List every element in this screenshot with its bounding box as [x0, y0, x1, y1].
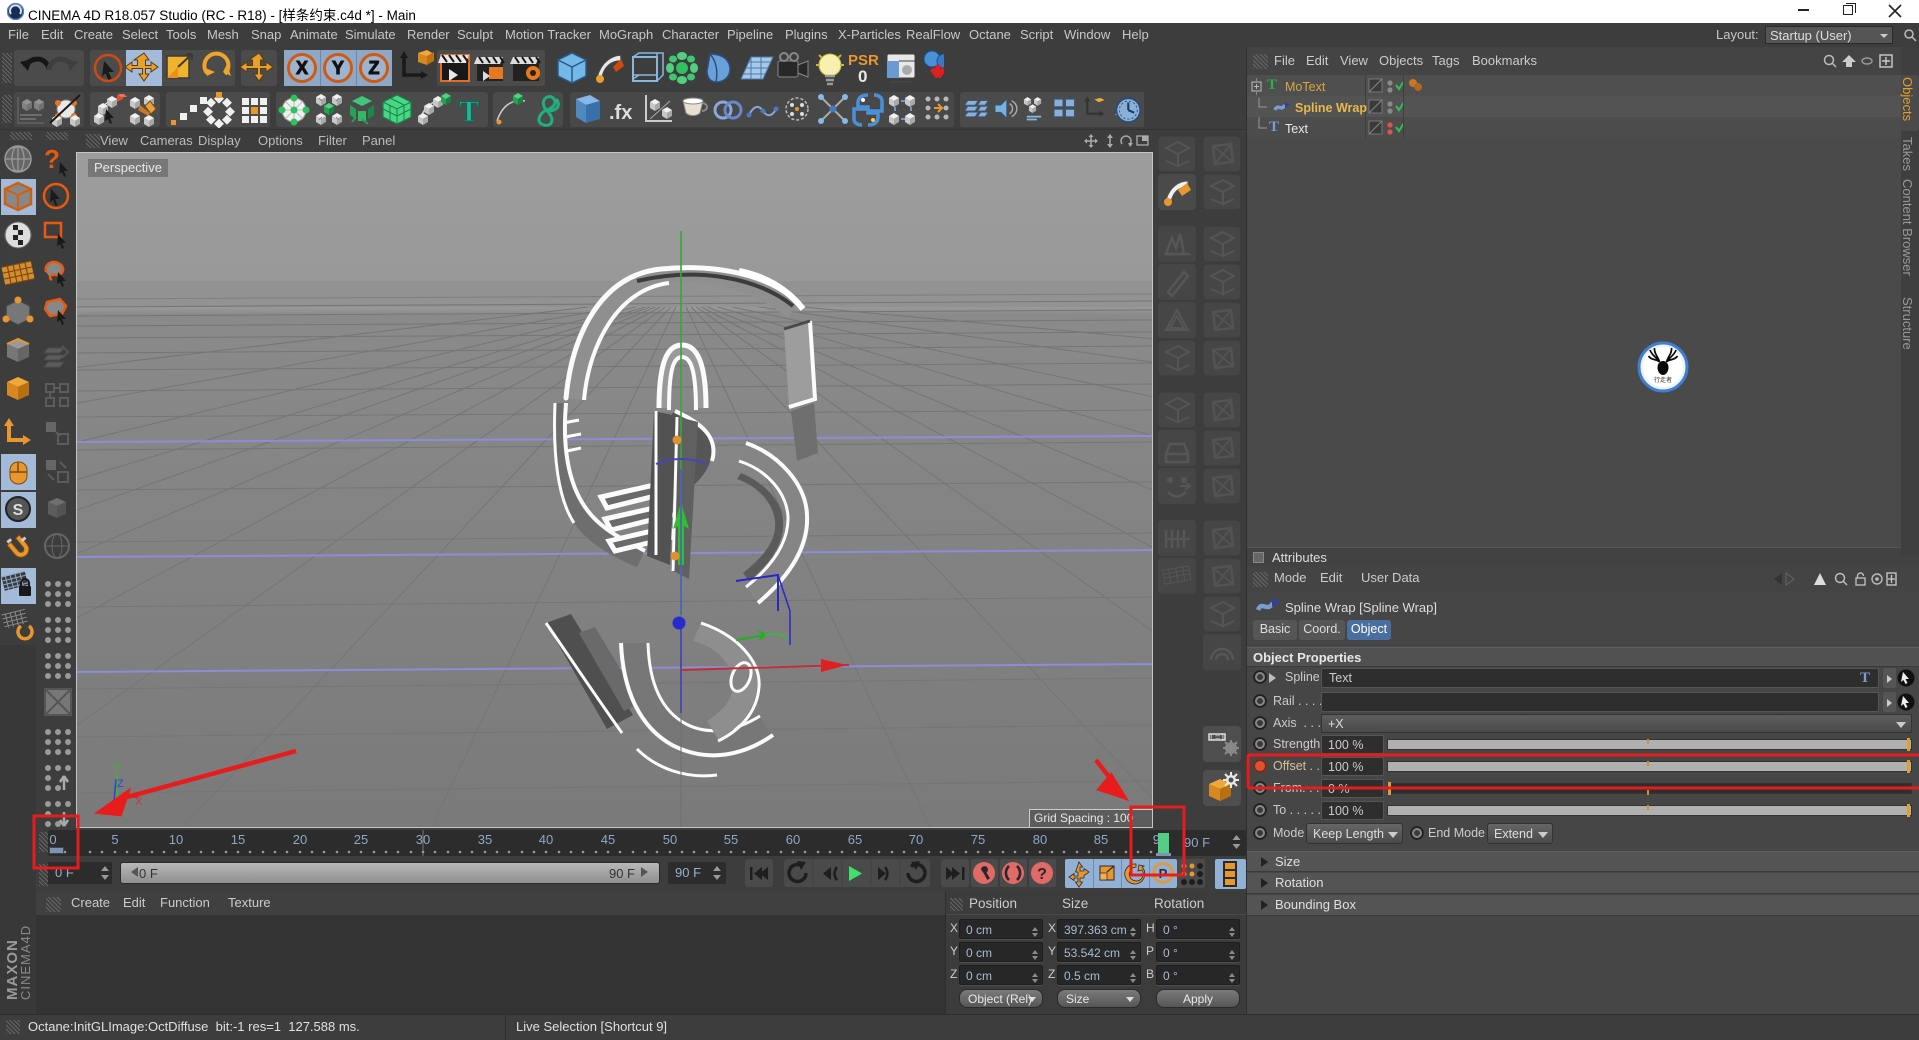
svg-text:10: 10	[169, 832, 183, 847]
svg-text:45: 45	[601, 832, 615, 847]
svg-text:0: 0	[858, 67, 867, 86]
svg-text:L=1: L=1	[1210, 732, 1225, 742]
svg-text:X: X	[135, 796, 143, 808]
svg-text:Z: Z	[369, 58, 380, 78]
svg-text:50: 50	[663, 832, 677, 847]
svg-text:.fx: .fx	[609, 102, 632, 124]
svg-text:70: 70	[909, 832, 923, 847]
svg-text:行走者: 行走者	[1654, 376, 1672, 384]
svg-text:85: 85	[1094, 832, 1108, 847]
svg-text:T: T	[459, 95, 479, 128]
svg-text:55: 55	[724, 832, 738, 847]
svg-text:15: 15	[231, 832, 245, 847]
svg-text:?: ?	[1037, 866, 1047, 883]
svg-text:60: 60	[786, 832, 800, 847]
svg-text:Y: Y	[113, 762, 121, 774]
svg-text:25: 25	[354, 832, 368, 847]
svg-text:75: 75	[971, 832, 985, 847]
svg-text:Y: Y	[332, 58, 344, 78]
svg-text:0: 0	[49, 832, 56, 847]
svg-text:35: 35	[478, 832, 492, 847]
svg-text:65: 65	[848, 832, 862, 847]
svg-text:S: S	[13, 502, 24, 519]
svg-text:P: P	[1159, 866, 1168, 881]
svg-text:20: 20	[293, 832, 307, 847]
svg-text:X: X	[296, 58, 308, 78]
svg-text:80: 80	[1033, 832, 1047, 847]
svg-text:Z: Z	[117, 778, 124, 790]
svg-text:40: 40	[539, 832, 553, 847]
svg-text:5: 5	[111, 832, 118, 847]
svg-text:?: ?	[44, 144, 60, 174]
